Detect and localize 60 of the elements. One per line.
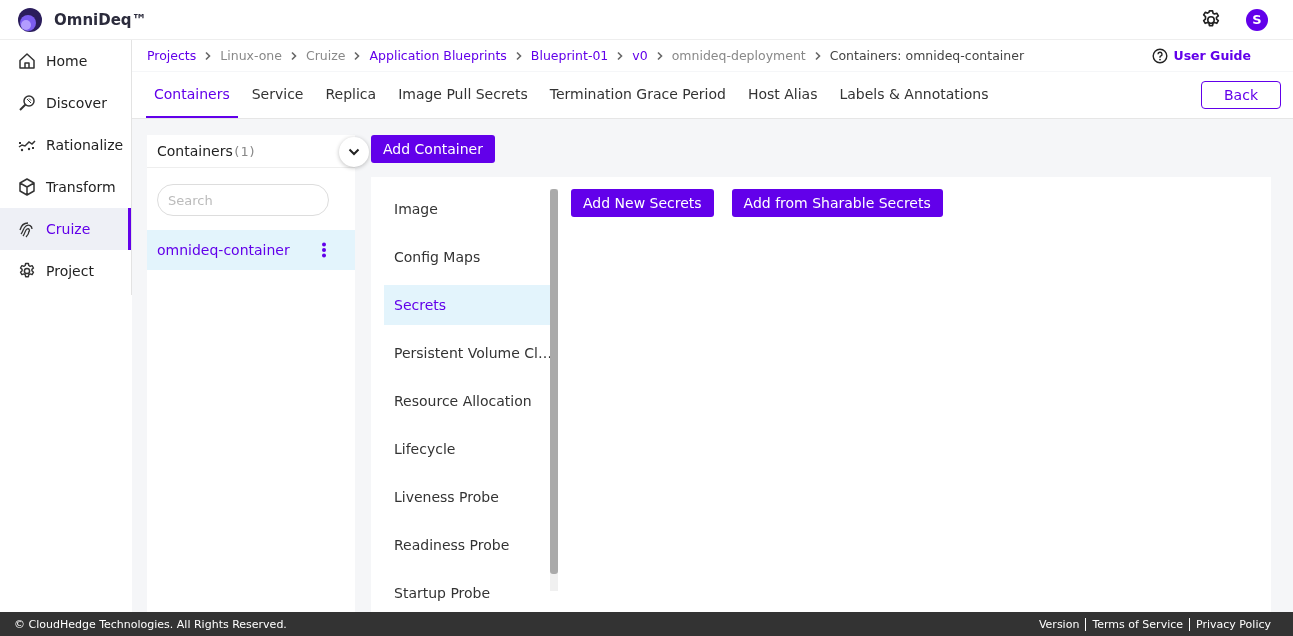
help-icon [1151,47,1168,64]
sidebar-item[interactable]: Discover [0,82,131,124]
chevron-right-icon [616,50,625,61]
add-container-button[interactable]: Add Container [371,135,495,163]
breadcrumb-link[interactable]: Projects [147,48,197,63]
search-field[interactable]: Search [157,184,329,216]
section-item[interactable]: Lifecycle [384,429,550,469]
chevron-right-icon [353,50,362,61]
action-button[interactable]: Add from Sharable Secrets [731,189,943,217]
home-icon [17,51,37,71]
section-item[interactable]: Startup Probe [384,573,550,603]
footer-link[interactable]: Privacy Policy [1189,617,1277,631]
tab[interactable]: Replica [317,72,385,118]
action-button[interactable]: Add New Secrets [571,189,714,217]
tab[interactable]: Service [243,72,312,118]
tab[interactable]: Labels & Annotations [831,72,997,118]
chevron-right-icon [204,50,213,61]
footer-link[interactable]: Version [1032,617,1086,631]
tab[interactable]: Termination Grace Period [541,72,734,118]
tab[interactable]: Containers [146,72,238,118]
breadcrumb-item: omnideq-deployment [671,48,806,63]
sidebar-item[interactable]: Home [0,40,131,82]
breadcrumb-link[interactable]: Application Blueprints [369,48,507,63]
section-item[interactable]: Config Maps [384,237,550,277]
breadcrumb-item: Linux-one [220,48,282,63]
breadcrumb-link[interactable]: Blueprint-01 [530,48,609,63]
sidebar-item[interactable]: Cruize [0,208,131,250]
section-item[interactable]: Secrets [384,285,550,325]
breadcrumb-item: Containers: omnideq-container [829,48,1025,63]
tab[interactable]: Host Alias [739,72,826,118]
user-avatar[interactable]: S [1246,8,1268,31]
copyright-text: © CloudHedge Technologies. All Rights Reserved. [14,617,287,631]
section-item[interactable]: Persistent Volume Cl… [384,333,550,373]
section-item[interactable]: Resource Allocation [384,381,550,421]
section-item[interactable]: Readiness Probe [384,525,550,565]
logo-icon [17,6,43,33]
collapse-button[interactable] [339,137,369,167]
sidebar-item[interactable]: Transform [0,166,131,208]
chevron-right-icon [655,50,664,61]
sidebar-item[interactable]: Rationalize [0,124,131,166]
section-item[interactable]: Image [384,189,550,229]
cube-icon [17,177,37,197]
container-item[interactable]: omnideq-container [147,230,355,270]
chevron-right-icon [813,50,822,61]
footer-link[interactable]: Terms of Service [1085,617,1190,631]
chevron-right-icon [289,50,298,61]
more-options-icon[interactable] [321,242,327,258]
app-title: OmniDeq™ [54,10,147,29]
magnifier-icon [17,93,37,113]
panel-title: Containers(1) [157,143,257,159]
chevron-down-icon [348,148,360,156]
chevron-right-icon [514,50,523,61]
breadcrumb-item: Cruize [305,48,346,63]
sidebar-item[interactable]: Project [0,250,131,292]
breadcrumb-link[interactable]: v0 [632,48,648,63]
user-guide-link[interactable]: User Guide [1151,47,1251,64]
tab[interactable]: Image Pull Secrets [390,72,536,118]
section-item[interactable]: Liveness Probe [384,477,550,517]
back-button[interactable]: Back [1201,81,1281,109]
scrollbar[interactable] [550,189,558,591]
